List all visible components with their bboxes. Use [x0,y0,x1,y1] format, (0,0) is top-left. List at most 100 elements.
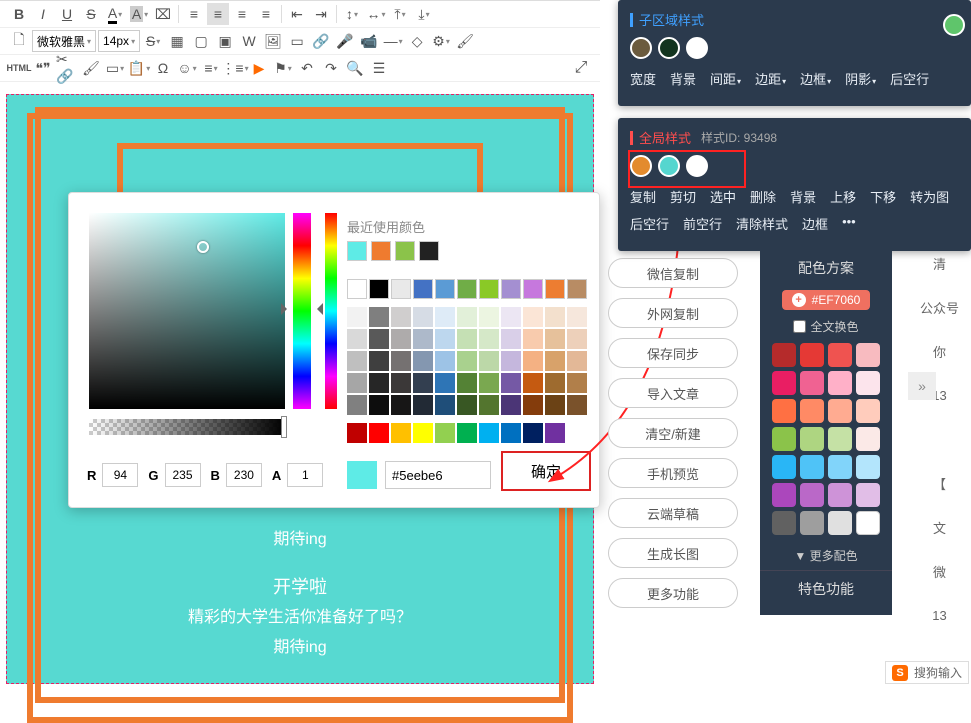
hex-input[interactable] [385,461,491,489]
italic-button[interactable]: I [32,3,54,25]
rows-button[interactable]: ☰ [368,57,390,79]
scheme-swatch[interactable] [828,511,852,535]
strike-button[interactable]: S [80,3,102,25]
scheme-swatch[interactable] [856,427,880,451]
palette-swatch[interactable] [413,307,433,327]
saturation-gradient[interactable] [89,213,285,409]
palette-swatch[interactable] [567,329,587,349]
side-action-button[interactable]: 导入文章 [608,378,738,408]
recent-swatch[interactable] [395,241,415,261]
palette-swatch[interactable] [567,307,587,327]
palette-swatch[interactable] [479,373,499,393]
palette-swatch[interactable] [435,329,455,349]
palette-swatch[interactable] [545,395,565,415]
layers-button[interactable]: ▭▾ [104,57,126,79]
scheme-swatch[interactable] [772,371,796,395]
anchor-button[interactable]: ▶ [248,57,270,79]
ime-indicator[interactable]: S 搜狗输入 [885,661,969,684]
palette-swatch[interactable] [545,351,565,371]
scheme-swatch[interactable] [772,511,796,535]
scheme-swatch[interactable] [800,511,824,535]
palette-swatch[interactable] [369,329,389,349]
search-button[interactable]: 🔍 [344,57,366,79]
r-input[interactable] [102,463,138,487]
palette-swatch[interactable] [501,307,521,327]
palette-swatch[interactable] [523,395,543,415]
fulltext-recolor-checkbox[interactable]: 全文换色 [760,314,892,343]
alpha-handle[interactable] [281,416,287,438]
palette-swatch[interactable] [457,329,477,349]
margin-top-button[interactable]: ⤒▾ [389,3,411,25]
line-height-button[interactable]: ↕▾ [341,3,363,25]
side-action-button[interactable]: 生成长图 [608,538,738,568]
scheme-swatch[interactable] [828,483,852,507]
alpha-slider[interactable] [89,419,285,435]
dashed-box-button[interactable]: ▢ [190,30,212,52]
hue-slider[interactable] [293,213,311,409]
palette-swatch[interactable] [457,395,477,415]
palette-swatch[interactable] [435,423,455,443]
palette-swatch[interactable] [523,329,543,349]
format-paint-button[interactable]: 🖌 [80,57,102,79]
scheme-swatch[interactable] [828,399,852,423]
palette-swatch[interactable] [479,307,499,327]
side-action-button[interactable]: 手机预览 [608,458,738,488]
scheme-swatch[interactable] [828,343,852,367]
scheme-swatch[interactable] [828,371,852,395]
g-input[interactable] [165,463,201,487]
style-action[interactable]: 边框▾ [800,69,831,88]
palette-swatch[interactable] [567,373,587,393]
palette-swatch[interactable] [369,351,389,371]
palette-swatch[interactable] [413,423,433,443]
palette-swatch[interactable] [545,329,565,349]
unlink-button[interactable]: ✂🔗 [56,57,78,79]
palette-swatch[interactable] [501,373,521,393]
palette-swatch[interactable] [457,373,477,393]
style-action[interactable]: 背景 [790,187,816,206]
unordered-list-button[interactable]: ⋮≡▾ [224,57,246,79]
expand-button[interactable]: ⤢ [570,57,592,79]
a-input[interactable] [287,463,323,487]
style-action[interactable]: 复制 [630,187,656,206]
b-input[interactable] [226,463,262,487]
ordered-list-button[interactable]: ≡▾ [200,57,222,79]
palette-swatch[interactable] [545,279,565,299]
palette-swatch[interactable] [523,279,543,299]
scheme-swatch[interactable] [800,399,824,423]
palette-swatch[interactable] [391,423,411,443]
underline-button[interactable]: U [56,3,78,25]
style-action[interactable]: 下移 [870,187,896,206]
user-avatar[interactable] [943,14,965,36]
scheme-swatch[interactable] [856,371,880,395]
scheme-swatch[interactable] [800,427,824,451]
gear-icon[interactable]: ⚙▾ [430,30,452,52]
palette-swatch[interactable] [391,279,411,299]
dotted-box-button[interactable]: ▣ [214,30,236,52]
style-action[interactable]: ••• [842,214,856,233]
palette-swatch[interactable] [545,307,565,327]
letter-w-button[interactable]: W [238,30,260,52]
palette-swatch[interactable] [347,329,367,349]
hue-slider-alt[interactable] [325,213,337,409]
scheme-swatch[interactable] [772,455,796,479]
brush-button[interactable]: 🖌 [454,30,476,52]
style-action[interactable]: 前空行 [683,214,722,233]
palette-swatch[interactable] [479,351,499,371]
palette-swatch[interactable] [457,279,477,299]
scheme-swatch[interactable] [772,399,796,423]
style-action[interactable]: 边框 [802,214,828,233]
recent-swatch[interactable] [371,241,391,261]
style-color-circle[interactable] [658,155,680,177]
redo-button[interactable]: ↷ [320,57,342,79]
style-color-circle[interactable] [630,37,652,59]
font-size-select[interactable]: 14px▾ [98,30,140,52]
palette-swatch[interactable] [369,373,389,393]
palette-swatch[interactable] [413,395,433,415]
scheme-swatch[interactable] [800,343,824,367]
bold-button[interactable]: B [8,3,30,25]
style-color-circle[interactable] [630,155,652,177]
palette-swatch[interactable] [413,351,433,371]
scheme-swatch[interactable] [800,371,824,395]
style-action[interactable]: 清除样式 [736,214,788,233]
palette-swatch[interactable] [391,395,411,415]
